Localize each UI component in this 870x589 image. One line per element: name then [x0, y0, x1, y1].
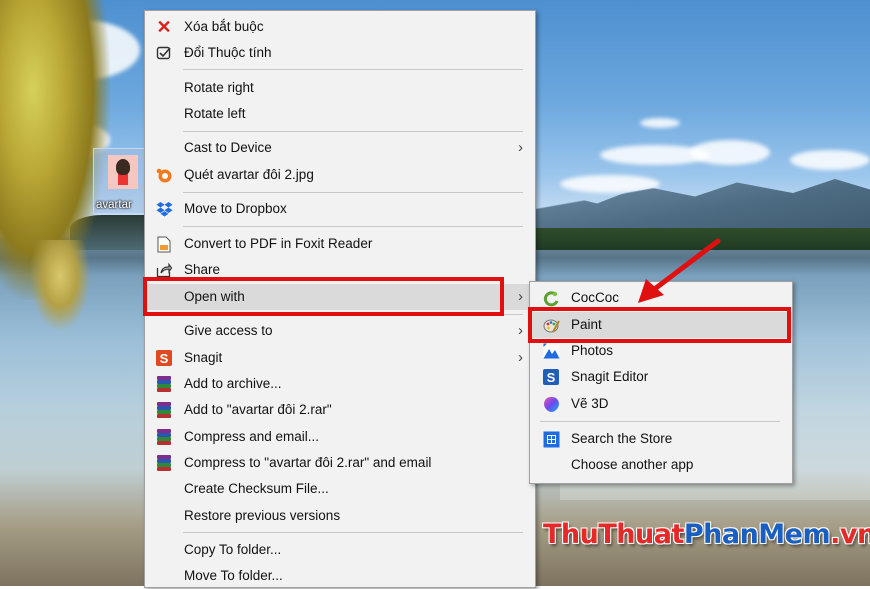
submenu-item-snagit-editor[interactable]: S Snagit Editor [530, 364, 792, 390]
menu-item-move-to-dropbox[interactable]: Move to Dropbox [145, 196, 535, 222]
menu-item-give-access-to[interactable]: Give access to › [145, 318, 535, 344]
menu-separator [183, 226, 523, 227]
snagit-icon: S [155, 349, 173, 367]
coccoc-icon [542, 289, 560, 307]
menu-item-compress-to-rar-and-email[interactable]: Compress to "avartar đôi 2.rar" and emai… [145, 450, 535, 476]
menu-item-cast-to-device[interactable]: Cast to Device › [145, 135, 535, 161]
open-with-highlight-box [143, 277, 504, 316]
foxit-icon [155, 235, 173, 253]
winrar-icon [155, 454, 173, 472]
menu-item-add-to-rar[interactable]: Add to "avartar đôi 2.rar" [145, 397, 535, 423]
desktop-file-icon[interactable]: avartar [93, 148, 145, 214]
dropbox-icon [155, 200, 173, 218]
avast-icon [155, 166, 173, 184]
menu-separator [183, 131, 523, 132]
snagit-editor-icon: S [542, 368, 560, 386]
menu-item-restore-previous-versions[interactable]: Restore previous versions [145, 503, 535, 529]
menu-item-compress-and-email[interactable]: Compress and email... [145, 424, 535, 450]
chevron-right-icon: › [518, 322, 523, 339]
chevron-right-icon: › [518, 349, 523, 366]
menu-separator [183, 532, 523, 533]
chevron-right-icon: › [518, 288, 523, 305]
store-icon [542, 430, 560, 448]
menu-separator [540, 421, 780, 422]
menu-item-snagit[interactable]: S Snagit › [145, 345, 535, 371]
red-x-icon: ✕ [156, 17, 172, 37]
menu-item-rotate-left[interactable]: Rotate left [145, 101, 535, 127]
menu-item-rotate-right[interactable]: Rotate right [145, 75, 535, 101]
menu-item-create-checksum[interactable]: Create Checksum File... [145, 476, 535, 502]
menu-item-avast-scan[interactable]: Quét avartar đôi 2.jpg [145, 162, 535, 188]
menu-item-convert-to-pdf[interactable]: Convert to PDF in Foxit Reader [145, 231, 535, 257]
check-list-icon [155, 44, 173, 62]
menu-item-change-attributes[interactable]: Đổi Thuộc tính [145, 40, 535, 66]
menu-item-force-delete[interactable]: ✕ Xóa bắt buộc [145, 14, 535, 40]
submenu-item-search-store[interactable]: Search the Store [530, 426, 792, 452]
desktop-file-label: avartar [96, 199, 132, 211]
submenu-item-paint-3d[interactable]: Vẽ 3D [530, 391, 792, 417]
paint-3d-icon [542, 395, 560, 413]
image-thumbnail [108, 155, 138, 189]
menu-separator [183, 69, 523, 70]
watermark-logo: ThuThuatPhanMem.vn [543, 519, 870, 550]
paint-highlight-box [528, 307, 791, 343]
menu-separator [183, 192, 523, 193]
winrar-icon [155, 375, 173, 393]
menu-item-copy-to-folder[interactable]: Copy To folder... [145, 537, 535, 563]
winrar-icon [155, 401, 173, 419]
submenu-item-choose-another-app[interactable]: Choose another app [530, 452, 792, 478]
chevron-right-icon: › [518, 139, 523, 156]
photos-icon [542, 342, 560, 360]
winrar-icon [155, 428, 173, 446]
red-arrow-annotation [638, 238, 721, 303]
menu-item-add-to-archive[interactable]: Add to archive... [145, 371, 535, 397]
menu-item-move-to-folder[interactable]: Move To folder... [145, 563, 535, 589]
